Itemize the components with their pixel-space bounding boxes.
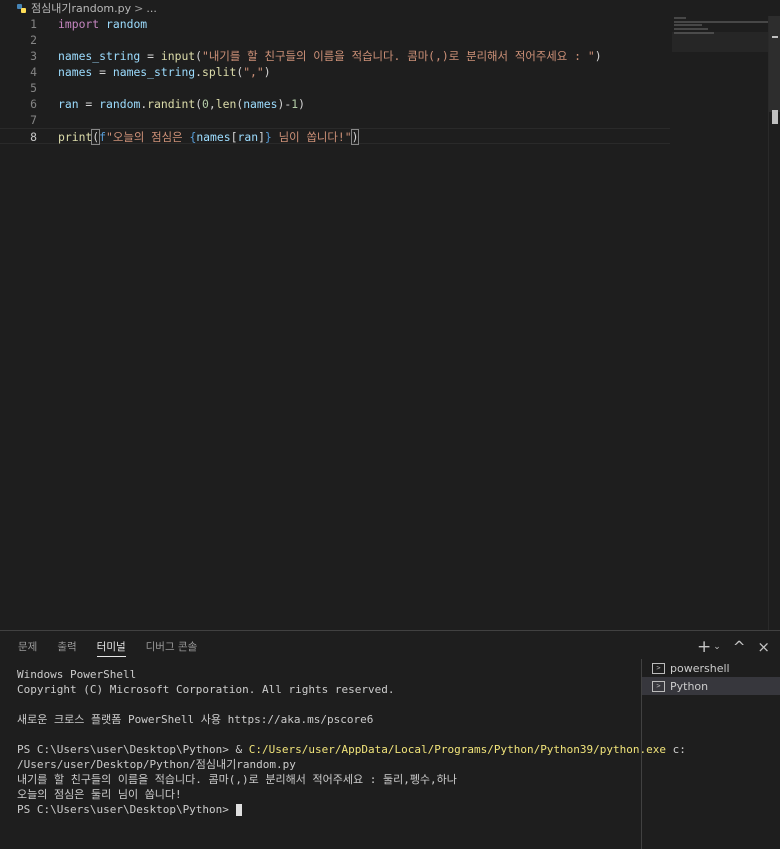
tab-output[interactable]: 출력 — [47, 631, 86, 663]
breadcrumb-file[interactable]: 점심내기random.py — [31, 0, 131, 16]
close-panel-icon[interactable]: × — [757, 638, 770, 656]
code-token: = — [92, 65, 113, 79]
code-text: print(f"오늘의 점심은 {names[ran]} 님이 쏩니다!") — [58, 129, 360, 145]
line-number: 2 — [30, 33, 37, 47]
code-token: names — [196, 130, 231, 144]
code-token: random — [99, 97, 141, 111]
terminal-cursor — [235, 804, 242, 816]
text-caret — [358, 131, 360, 144]
line-number: 7 — [30, 113, 37, 127]
terminal-output[interactable]: Windows PowerShell Copyright (C) Microso… — [0, 663, 686, 849]
code-token: random — [106, 17, 148, 31]
breadcrumb: 점심내기random.py > ... — [0, 0, 780, 16]
code-token: randint — [147, 97, 196, 111]
terminal-prompt: PS C:\Users\user\Desktop\Python> — [17, 803, 236, 816]
code-token: ( — [195, 49, 203, 63]
code-editor[interactable]: 1 import random 2 3 names_string = input("내기… — [0, 16, 780, 630]
code-token: = — [78, 97, 100, 111]
terminal-icon: > — [652, 662, 665, 674]
minimap[interactable] — [672, 16, 768, 76]
python-file-icon — [17, 3, 26, 13]
code-token: ) — [263, 65, 271, 79]
code-text: names = names_string.split(",") — [58, 64, 271, 80]
code-token: print — [58, 130, 93, 144]
code-line[interactable]: 2 — [0, 32, 670, 48]
code-token: ) — [594, 49, 602, 63]
code-token: len — [215, 97, 237, 111]
maximize-panel-icon[interactable]: ^ — [733, 638, 746, 656]
terminal-command-line: PS C:\Users\user\Desktop\Python> & C:/Us… — [17, 742, 686, 757]
editor-scrollbar[interactable] — [768, 16, 780, 630]
bottom-panel: 문제 출력 터미널 디버그 콘솔 + ⌄ ^ × Windows PowerSh… — [0, 630, 780, 849]
panel-tabs: 문제 출력 터미널 디버그 콘솔 — [0, 631, 207, 663]
code-token: ] — [258, 130, 265, 144]
code-token: ran — [237, 130, 259, 144]
chevron-down-icon[interactable]: ⌄ — [713, 642, 721, 652]
terminal-line: /Users/user/Desktop/Python/점심내기random.py — [17, 758, 296, 771]
tab-terminal[interactable]: 터미널 — [87, 631, 136, 663]
code-token: "오늘의 점심은 — [106, 130, 190, 144]
code-token: import — [58, 17, 100, 31]
code-line[interactable]: 4 names = names_string.split(",") — [0, 64, 670, 80]
code-token: } — [264, 130, 272, 144]
code-token: names — [243, 97, 278, 111]
code-token: names_string — [112, 65, 196, 79]
terminal-icon: > — [652, 680, 665, 692]
tab-problems[interactable]: 문제 — [8, 631, 47, 663]
new-terminal-icon[interactable]: + — [697, 637, 711, 657]
terminal-item-label: Python — [670, 679, 709, 693]
line-number: 1 — [30, 17, 37, 31]
line-number: 6 — [30, 97, 37, 111]
terminal-line: 내기를 할 친구들의 이름을 적습니다. 콤마(,)로 분리해서 적어주세요 :… — [17, 773, 457, 786]
code-text: import random — [58, 16, 147, 32]
code-token: 님이 쏩니다!" — [271, 130, 352, 144]
code-token: names_string — [58, 49, 141, 63]
code-token: ran — [58, 97, 79, 111]
code-token: )- — [277, 97, 292, 111]
terminal-item-powershell[interactable]: > powershell — [642, 659, 780, 677]
breadcrumb-separator-icon: > — [134, 1, 144, 15]
tab-debug-console[interactable]: 디버그 콘솔 — [136, 631, 208, 663]
terminal-item-python[interactable]: > Python — [642, 677, 780, 695]
terminal-item-label: powershell — [670, 661, 730, 675]
code-token: , — [208, 97, 216, 111]
code-token: input — [160, 49, 196, 63]
code-token: . — [195, 65, 203, 79]
terminal-line: 새로운 크로스 플랫폼 PowerShell 사용 https://aka.ms… — [17, 713, 374, 726]
code-line[interactable]: 3 names_string = input("내기를 할 친구들의 이름을 적습… — [0, 48, 670, 64]
code-token: = — [140, 49, 161, 63]
python-exe-path: C:/Users/user/AppData/Local/Programs/Pyt… — [248, 743, 667, 756]
terminal-prompt: PS C:\Users\user\Desktop\Python> & — [17, 743, 249, 756]
line-number: 5 — [30, 81, 37, 95]
code-token: names — [58, 65, 93, 79]
breadcrumb-more[interactable]: ... — [146, 2, 157, 15]
scrollbar-thumb[interactable] — [769, 16, 780, 112]
code-line[interactable]: 8 print(f"오늘의 점심은 {names[ran]} 님이 쏩니다!") — [0, 128, 670, 145]
line-number: 4 — [30, 65, 37, 79]
code-line[interactable]: 7 — [0, 112, 670, 128]
code-line[interactable]: 6 ran = random.randint(0,len(names)-1) — [0, 96, 670, 112]
code-token: "," — [243, 65, 264, 79]
code-token: f — [99, 130, 107, 144]
code-token: "내기를 할 친구들의 이름을 적습니다. 콤마(,)로 분리해서 적어주세요 … — [202, 49, 595, 63]
terminal-prompt-line[interactable]: PS C:\Users\user\Desktop\Python> — [17, 802, 242, 817]
line-number: 3 — [30, 49, 37, 63]
code-token: 0 — [202, 97, 209, 111]
code-text: ran = random.randint(0,len(names)-1) — [58, 96, 305, 112]
terminal-line: 오늘의 점심은 둘리 님이 쏩니다! — [17, 788, 182, 801]
code-line[interactable]: 5 — [0, 80, 670, 96]
terminal-line: Windows PowerShell — [17, 668, 137, 681]
code-token: ) — [298, 97, 305, 111]
code-token: ) — [350, 129, 360, 145]
code-text: names_string = input("내기를 할 친구들의 이름을 적습니… — [58, 48, 602, 64]
code-token: split — [202, 65, 237, 79]
code-line[interactable]: 1 import random — [0, 16, 670, 32]
terminal-list: > powershell > Python — [641, 659, 780, 849]
terminal-line: Copyright (C) Microsoft Corporation. All… — [17, 683, 395, 696]
line-number: 8 — [30, 130, 37, 144]
